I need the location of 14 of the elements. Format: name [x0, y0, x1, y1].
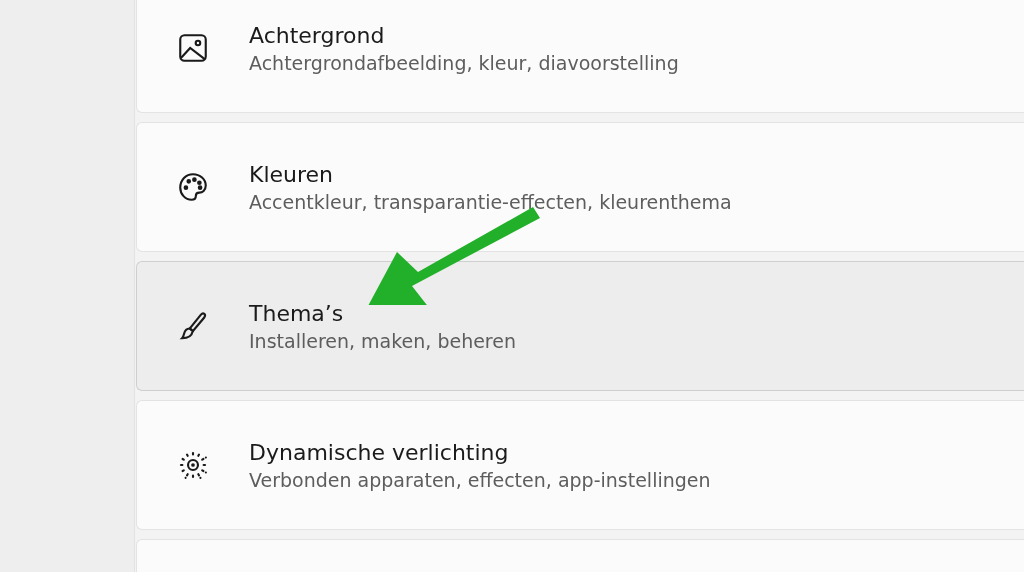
setting-title: Kleuren: [249, 161, 335, 187]
setting-description: Installeren, maken, beheren: [249, 329, 516, 352]
setting-description: Achtergrondafbeelding, kleur, diavoorstelling: [249, 51, 679, 74]
setting-title: Dynamische verlichting: [249, 439, 510, 465]
settings-card[interactable]: Achtergrond Achtergrondafbeelding, kleur, diavoorstelling: [136, 0, 1024, 113]
image-icon: [176, 31, 210, 65]
setting-title: Thema’s: [249, 300, 345, 326]
setting-title: Achtergrond: [249, 22, 386, 48]
settings-card[interactable]: Dynamische verlichting Verbonden apparaten, effecten, app-instellingen: [136, 400, 1024, 530]
setting-description: Accentkleur, transparantie-effecten, kleurenthema: [249, 190, 732, 213]
setting-description: Verbonden apparaten, effecten, app-instellingen: [249, 468, 711, 491]
palette-icon: [176, 170, 210, 204]
settings-card[interactable]: Kleuren Accentkleur, transparantie-effecten, kleurenthema: [136, 122, 1024, 252]
settings-card[interactable]: Thema’s Installeren, maken, beheren: [136, 261, 1024, 391]
